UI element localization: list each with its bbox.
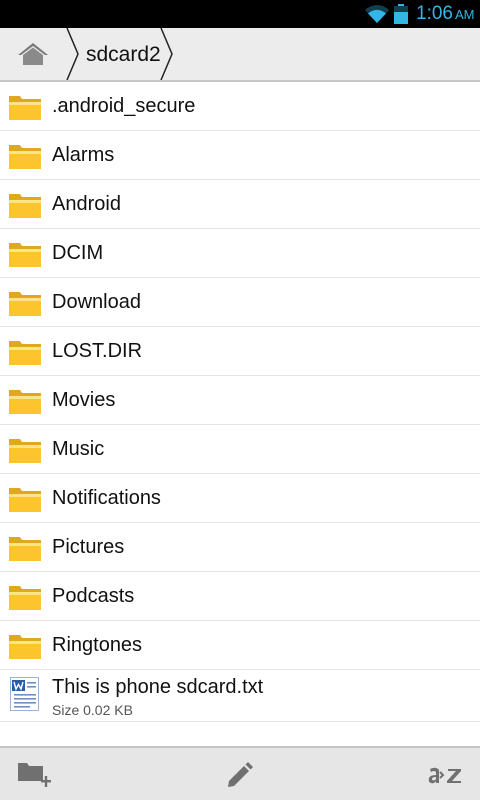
home-icon xyxy=(18,43,48,65)
clock: 1:06 AM xyxy=(416,3,474,26)
wifi-icon xyxy=(365,5,389,23)
file-name: This is phone sdcard.txt xyxy=(52,676,264,698)
edit-button[interactable] xyxy=(200,748,280,800)
folder-name: DCIM xyxy=(52,242,104,264)
list-item-folder[interactable]: Movies xyxy=(0,376,480,425)
clock-time: 1:06 xyxy=(416,3,453,24)
folder-icon xyxy=(9,439,41,463)
list-item-folder[interactable]: Pictures xyxy=(0,523,480,572)
new-folder-button[interactable] xyxy=(0,748,80,800)
new-folder-icon xyxy=(18,763,51,787)
folder-name: Android xyxy=(52,193,121,215)
list-item-folder[interactable]: Music xyxy=(0,425,480,474)
file-list: .android_secure Alarms Android DCIM Down… xyxy=(0,82,480,722)
folder-icon xyxy=(9,243,41,267)
folder-name: Notifications xyxy=(52,487,161,509)
edit-icon xyxy=(228,762,253,787)
folder-name: .android_secure xyxy=(52,95,196,117)
list-item-folder[interactable]: Podcasts xyxy=(0,572,480,621)
breadcrumb-separator-icon xyxy=(160,28,173,80)
word-document-icon xyxy=(10,677,39,711)
folder-name: LOST.DIR xyxy=(52,340,143,362)
folder-name: Podcasts xyxy=(52,585,135,607)
clock-ampm: AM xyxy=(454,7,475,22)
list-item-file[interactable]: This is phone sdcard.txt Size 0.02 KB xyxy=(0,670,480,722)
folder-icon xyxy=(9,537,41,561)
list-item-folder[interactable]: LOST.DIR xyxy=(0,327,480,376)
folder-icon xyxy=(9,292,41,316)
folder-icon xyxy=(9,145,41,169)
sort-az-icon xyxy=(428,767,461,784)
bottom-toolbar xyxy=(0,746,480,800)
list-item-folder[interactable]: DCIM xyxy=(0,229,480,278)
home-button[interactable] xyxy=(0,28,68,80)
folder-icon xyxy=(9,635,41,659)
folder-name: Movies xyxy=(52,389,116,411)
breadcrumb-separator-icon xyxy=(66,28,79,80)
list-item-folder[interactable]: .android_secure xyxy=(0,82,480,131)
folder-icon xyxy=(9,488,41,512)
folder-name: Download xyxy=(52,291,141,313)
folder-name: Ringtones xyxy=(52,634,143,656)
list-item-folder[interactable]: Download xyxy=(0,278,480,327)
folder-icon xyxy=(9,586,41,610)
list-item-folder[interactable]: Android xyxy=(0,180,480,229)
breadcrumb: sdcard2 xyxy=(0,28,480,82)
list-item-folder[interactable]: Notifications xyxy=(0,474,480,523)
folder-icon xyxy=(9,194,41,218)
folder-icon xyxy=(9,390,41,414)
status-bar: 1:06 AM xyxy=(0,0,480,28)
sort-button[interactable] xyxy=(400,748,480,800)
file-size: Size 0.02 KB xyxy=(52,702,133,718)
breadcrumb-item-sdcard2[interactable]: sdcard2 xyxy=(86,28,161,80)
list-item-folder[interactable]: Alarms xyxy=(0,131,480,180)
list-item-folder[interactable]: Ringtones xyxy=(0,621,480,670)
folder-name: Pictures xyxy=(52,536,125,558)
folder-icon xyxy=(9,341,41,365)
folder-icon xyxy=(9,96,41,120)
folder-name: Music xyxy=(52,438,105,460)
battery-icon xyxy=(394,4,408,24)
folder-name: Alarms xyxy=(52,144,115,166)
